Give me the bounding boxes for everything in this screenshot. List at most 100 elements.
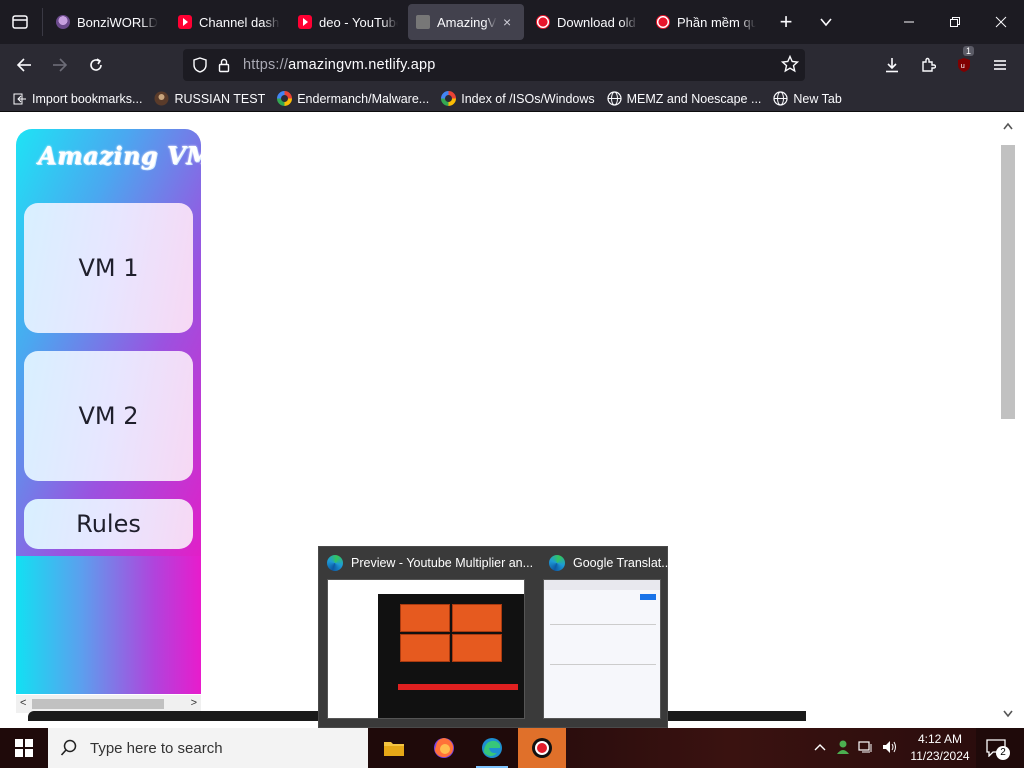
file-explorer-taskbar-button[interactable] xyxy=(370,728,418,768)
taskbar-clock[interactable]: 4:12 AM 11/23/2024 xyxy=(906,731,974,765)
firefox-taskbar-button[interactable] xyxy=(420,728,468,768)
bookmark-label: Import bookmarks... xyxy=(32,91,143,106)
bookmark-memz[interactable]: MEMZ and Noescape ... xyxy=(607,91,761,106)
bookmark-isos-windows[interactable]: Index of /ISOs/Windows xyxy=(441,91,595,106)
tab-deo-youtube[interactable]: deo - YouTube xyxy=(290,4,406,40)
record-icon xyxy=(532,738,552,758)
scroll-right-icon[interactable]: > xyxy=(191,697,197,709)
vm-2-button[interactable]: VM 2 xyxy=(24,351,193,481)
import-icon xyxy=(12,91,27,106)
horizontal-scroll-thumb[interactable] xyxy=(32,699,164,709)
recorder-taskbar-button[interactable] xyxy=(518,728,566,768)
ublock-extension-button[interactable]: u 1 xyxy=(949,46,979,80)
vm-1-button[interactable]: VM 1 xyxy=(24,203,193,333)
bookmark-star-icon[interactable] xyxy=(780,54,800,78)
thumbnail-youtube-multiplier[interactable]: Preview - Youtube Multiplier an... xyxy=(319,547,541,727)
restore-button[interactable] xyxy=(940,8,970,36)
firefox-icon xyxy=(434,738,454,758)
thumbnail-image xyxy=(327,579,525,719)
forward-arrow-icon xyxy=(53,58,68,72)
thumbnail-divider xyxy=(550,624,656,625)
thumbnail-toolbar xyxy=(544,580,660,590)
thumbnail-divider xyxy=(550,664,656,665)
thumbnail-blue-button xyxy=(640,594,656,600)
app-menu-button[interactable] xyxy=(985,50,1015,80)
google-icon xyxy=(441,91,457,106)
system-tray xyxy=(814,728,898,768)
hamburger-menu-icon xyxy=(994,60,1006,70)
thumbnail-orange-tile xyxy=(452,604,502,632)
close-icon xyxy=(995,16,1007,28)
back-button[interactable] xyxy=(9,50,39,80)
tab-phan-mem[interactable]: Phần mềm quay màn hình xyxy=(648,4,764,40)
tab-title: BonziWORLD xyxy=(77,14,158,30)
close-window-button[interactable] xyxy=(986,8,1016,36)
tab-bonziworld[interactable]: BonziWORLD xyxy=(48,4,170,40)
address-bar[interactable]: https://amazingvm.netlify.app xyxy=(183,49,805,81)
taskbar-search-box[interactable]: Type here to search xyxy=(48,728,368,768)
bookmark-label: RUSSIAN TEST xyxy=(174,91,266,106)
bookmark-endermanch[interactable]: Endermanch/Malware... xyxy=(277,91,429,106)
vertical-scroll-thumb[interactable] xyxy=(1001,145,1015,419)
tab-channel-dashboard[interactable]: Channel dashboard - YouTube xyxy=(170,4,288,40)
avatar-icon xyxy=(154,91,169,106)
notification-count: 2 xyxy=(996,746,1010,760)
scroll-down-icon[interactable] xyxy=(1002,709,1014,722)
back-arrow-icon xyxy=(16,58,31,72)
record-favicon-icon xyxy=(656,15,670,29)
thumbnail-title-bar: Google Translat... xyxy=(549,555,672,571)
edge-taskbar-button[interactable] xyxy=(468,728,516,768)
tab-title: Phần mềm quay màn hình xyxy=(677,14,756,30)
show-hidden-icons-chevron-icon[interactable] xyxy=(814,741,826,755)
new-tab-button[interactable]: + xyxy=(771,8,801,36)
start-button[interactable] xyxy=(0,728,48,768)
notification-center-button[interactable]: 2 xyxy=(982,734,1010,762)
thumbnail-title: Google Translat... xyxy=(573,556,672,570)
svg-text:u: u xyxy=(961,62,965,70)
lock-icon[interactable] xyxy=(215,56,233,74)
minimize-icon xyxy=(904,21,914,23)
clock-date: 11/23/2024 xyxy=(910,749,970,763)
scroll-left-icon[interactable]: < xyxy=(20,697,26,709)
chevron-down-icon xyxy=(820,18,832,27)
url-host: amazingvm.netlify.app xyxy=(288,57,436,73)
tab-download-old[interactable]: Download old versions xyxy=(528,4,646,40)
bookmark-russian-test[interactable]: RUSSIAN TEST xyxy=(154,91,265,106)
youtube-favicon-icon xyxy=(298,15,312,29)
extensions-button[interactable] xyxy=(913,50,943,80)
thumbnail-google-translate[interactable]: Google Translat... xyxy=(541,547,672,727)
user-tray-icon[interactable] xyxy=(836,739,850,758)
edge-icon xyxy=(482,738,502,758)
scroll-up-icon[interactable] xyxy=(1002,121,1014,134)
firefox-view-button[interactable] xyxy=(6,8,34,36)
reload-icon xyxy=(90,58,102,71)
volume-icon[interactable] xyxy=(882,740,898,757)
puzzle-icon xyxy=(922,57,936,72)
list-all-tabs-button[interactable] xyxy=(811,8,841,36)
extension-badge: 1 xyxy=(963,46,975,56)
tracking-protection-shield-icon[interactable] xyxy=(191,56,209,74)
network-icon[interactable] xyxy=(858,740,874,757)
clock-time: 4:12 AM xyxy=(917,732,963,746)
forward-button[interactable] xyxy=(45,50,75,80)
youtube-favicon-icon xyxy=(178,15,192,29)
ublock-shield-icon: u xyxy=(958,58,970,72)
edge-icon xyxy=(549,555,565,571)
browser-tab-bar: BonziWORLD Channel dashboard - YouTube d… xyxy=(0,0,1024,44)
minimize-button[interactable] xyxy=(894,8,924,36)
tab-close-icon[interactable]: × xyxy=(503,14,511,30)
bookmark-label: Endermanch/Malware... xyxy=(297,91,430,106)
vertical-scrollbar[interactable] xyxy=(998,121,1018,721)
reload-button[interactable] xyxy=(81,50,111,80)
tab-amazingvm[interactable]: AmazingVM × xyxy=(408,4,524,40)
downloads-button[interactable] xyxy=(877,50,907,80)
restore-icon xyxy=(950,17,960,27)
tab-separator xyxy=(42,8,43,36)
rules-button[interactable]: Rules xyxy=(24,499,193,549)
bookmark-new-tab[interactable]: New Tab xyxy=(773,91,842,106)
url-text[interactable]: https://amazingvm.netlify.app xyxy=(243,57,436,73)
record-favicon-icon xyxy=(536,15,550,29)
bookmark-import[interactable]: Import bookmarks... xyxy=(12,91,142,106)
thumbnail-title: Preview - Youtube Multiplier an... xyxy=(351,556,534,570)
tab-title: Download old versions xyxy=(557,14,638,30)
